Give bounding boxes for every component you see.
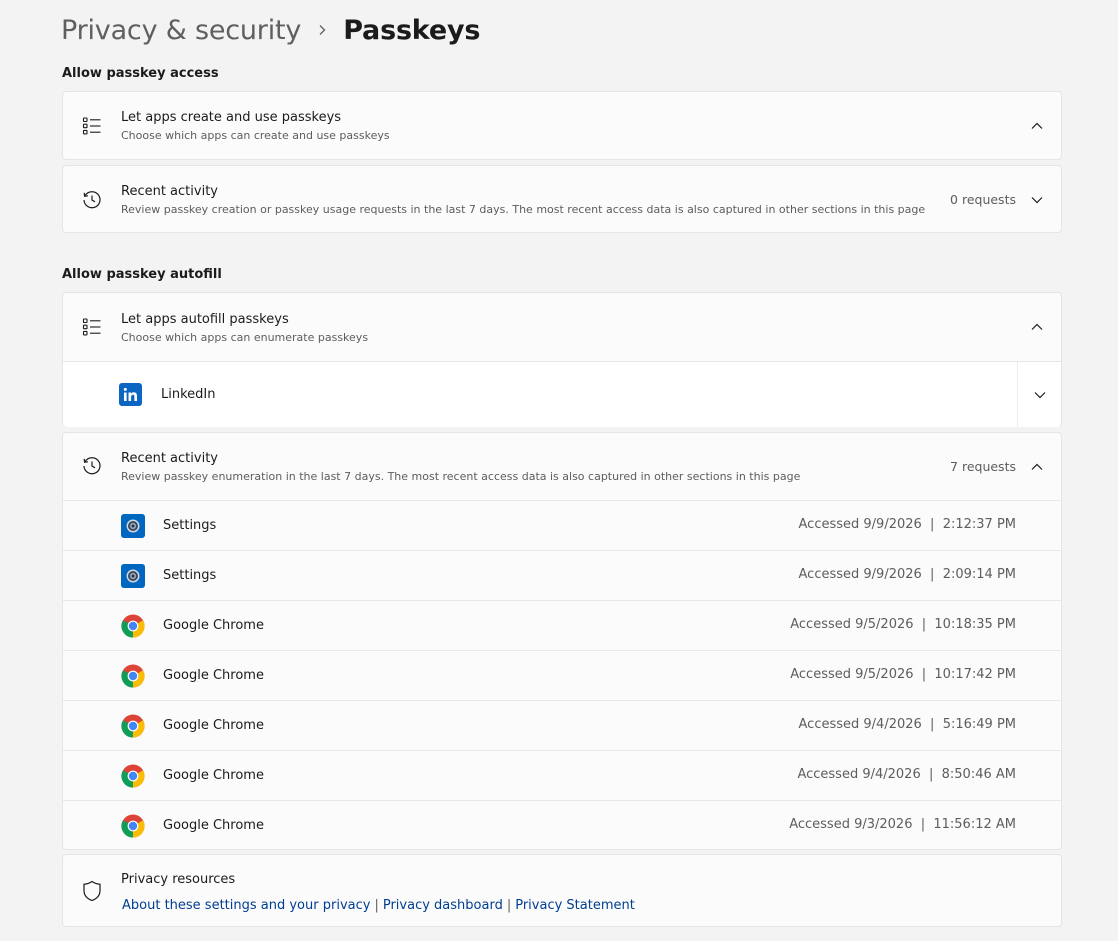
list-icon: [81, 316, 103, 338]
setting-description: Choose which apps can enumerate passkeys: [121, 331, 369, 344]
list-item[interactable]: Google Chrome Accessed 9/4/2026 | 5:16:49…: [63, 700, 1061, 750]
chrome-icon: [121, 714, 145, 738]
chevron-up-icon[interactable]: [1029, 319, 1045, 335]
request-count: 0 requests: [950, 192, 1016, 207]
link-about-settings[interactable]: About these settings and your privacy: [122, 898, 370, 913]
shield-icon: [81, 880, 103, 902]
app-name: Google Chrome: [163, 768, 264, 783]
chrome-icon: [121, 664, 145, 688]
accessed-time: Accessed 9/5/2026 | 10:18:35 PM: [790, 617, 1016, 632]
app-name: Google Chrome: [163, 718, 264, 733]
list-item[interactable]: Settings Accessed 9/9/2026 | 2:12:37 PM: [63, 500, 1061, 550]
breadcrumb-chevron-icon: [301, 10, 343, 50]
create-passkeys-setting[interactable]: Let apps create and use passkeys Choose …: [62, 91, 1062, 160]
list-item[interactable]: Google Chrome Accessed 9/5/2026 | 10:18:3…: [63, 600, 1061, 650]
list-item[interactable]: Google Chrome Accessed 9/3/2026 | 11:56:1…: [63, 800, 1061, 850]
accessed-time: Accessed 9/4/2026 | 8:50:46 AM: [797, 767, 1016, 782]
history-icon: [81, 189, 103, 211]
app-name: Google Chrome: [163, 618, 264, 633]
list-icon: [81, 115, 103, 137]
app-name: Google Chrome: [163, 818, 264, 833]
autofill-setting-header[interactable]: Let apps autofill passkeys Choose which …: [63, 293, 1061, 361]
link-separator: |: [506, 898, 512, 913]
link-privacy-dashboard[interactable]: Privacy dashboard: [383, 898, 503, 913]
chevron-up-icon[interactable]: [1029, 118, 1045, 134]
setting-title: Recent activity: [121, 184, 218, 199]
chrome-icon: [121, 614, 145, 638]
list-item[interactable]: Settings Accessed 9/9/2026 | 2:09:14 PM: [63, 550, 1061, 600]
accessed-time: Accessed 9/9/2026 | 2:12:37 PM: [798, 517, 1016, 532]
link-privacy-statement[interactable]: Privacy Statement: [515, 898, 635, 913]
app-name: LinkedIn: [161, 387, 216, 402]
request-count: 7 requests: [950, 459, 1016, 474]
list-item[interactable]: Google Chrome Accessed 9/4/2026 | 8:50:46…: [63, 750, 1061, 800]
breadcrumb: Privacy & security Passkeys: [61, 10, 480, 50]
accessed-time: Accessed 9/3/2026 | 11:56:12 AM: [789, 817, 1016, 832]
app-name: Settings: [163, 518, 217, 533]
privacy-links: About these settings and your privacy | Pr…: [122, 894, 635, 913]
app-name: Settings: [163, 568, 217, 583]
settings-app-icon: [121, 514, 145, 538]
setting-description: Review passkey enumeration in the last 7…: [121, 470, 801, 483]
recent-activity-autofill: Recent activity Review passkey enumerati…: [62, 432, 1062, 850]
linkedin-icon: [119, 383, 142, 406]
recent-activity-access[interactable]: Recent activity Review passkey creation …: [62, 165, 1062, 233]
chevron-down-icon: [1032, 387, 1048, 403]
expand-app-button[interactable]: [1017, 362, 1061, 427]
list-item[interactable]: Google Chrome Accessed 9/5/2026 | 10:17:4…: [63, 650, 1061, 700]
setting-title: Let apps autofill passkeys: [121, 312, 289, 327]
link-separator: |: [374, 898, 379, 913]
setting-title: Let apps create and use passkeys: [121, 110, 342, 125]
setting-title: Recent activity: [121, 451, 218, 466]
accessed-time: Accessed 9/4/2026 | 5:16:49 PM: [798, 717, 1016, 732]
app-name: Google Chrome: [163, 668, 264, 683]
page-title: Passkeys: [343, 14, 481, 46]
privacy-resources-title: Privacy resources: [121, 872, 236, 887]
chevron-down-icon[interactable]: [1029, 192, 1045, 208]
accessed-time: Accessed 9/5/2026 | 10:17:42 PM: [790, 667, 1016, 682]
autofill-passkeys-setting: Let apps autofill passkeys Choose which …: [62, 292, 1062, 427]
setting-description: Review passkey creation or passkey usage…: [121, 203, 926, 216]
section-title-access: Allow passkey access: [62, 66, 219, 81]
accessed-time: Accessed 9/9/2026 | 2:09:14 PM: [798, 567, 1016, 582]
chrome-icon: [121, 814, 145, 838]
setting-description: Choose which apps can create and use pas…: [121, 129, 390, 142]
chevron-up-icon[interactable]: [1029, 459, 1045, 475]
breadcrumb-parent[interactable]: Privacy & security: [61, 15, 301, 46]
settings-app-icon: [121, 564, 145, 588]
chrome-icon: [121, 764, 145, 788]
privacy-resources: Privacy resources About these settings a…: [62, 854, 1062, 927]
recent-activity-header[interactable]: Recent activity Review passkey enumerati…: [63, 433, 1061, 500]
list-item-linkedin[interactable]: LinkedIn: [63, 361, 1061, 427]
history-icon: [81, 455, 103, 477]
section-title-autofill: Allow passkey autofill: [62, 267, 222, 282]
